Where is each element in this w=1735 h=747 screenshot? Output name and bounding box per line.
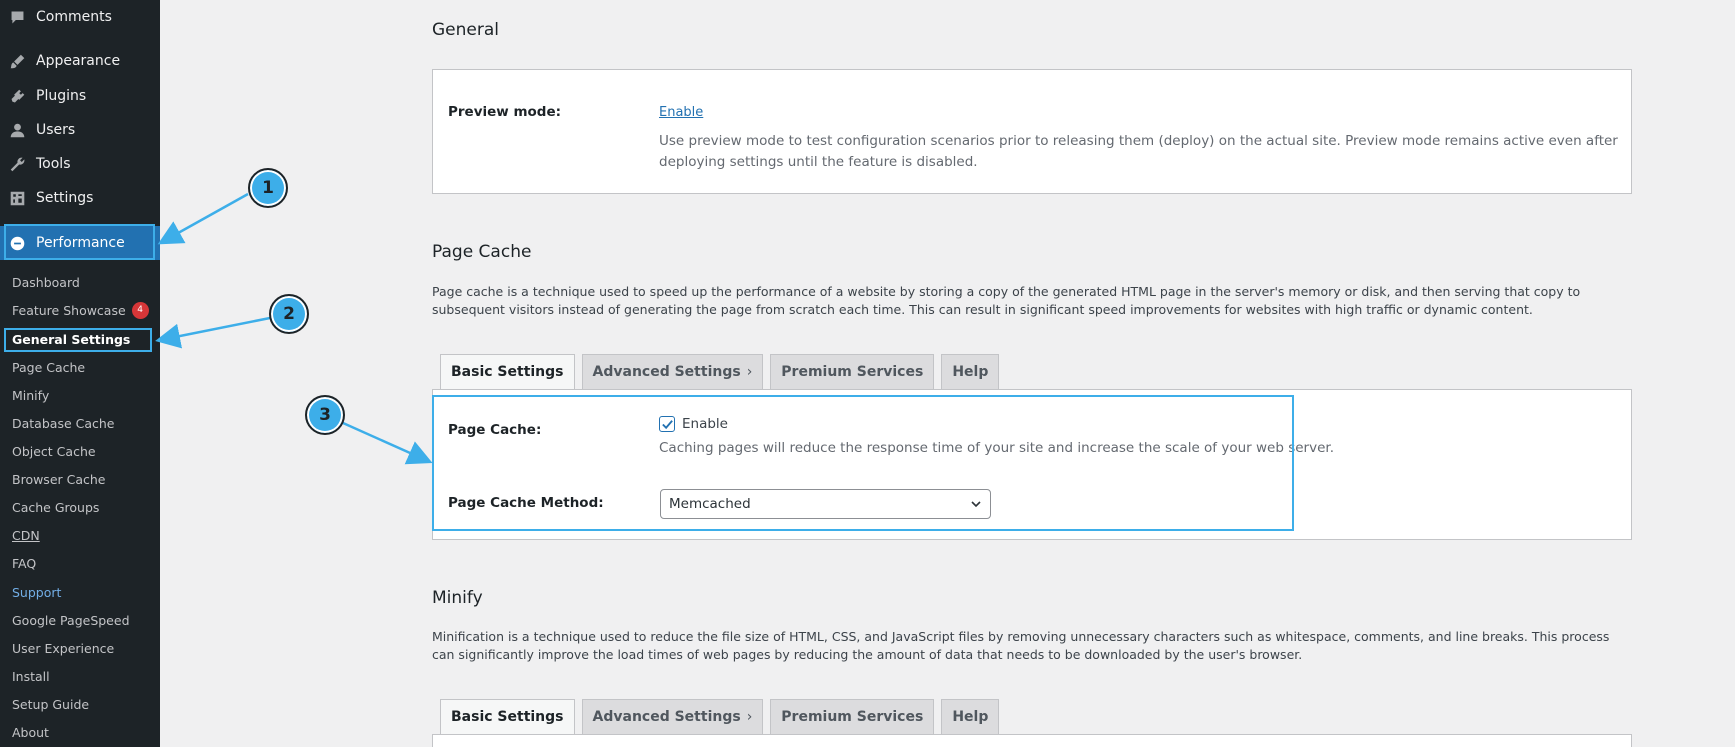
user-icon: [7, 120, 27, 140]
menu-users-label: Users: [36, 122, 76, 138]
submenu-object-cache-label: Object Cache: [12, 443, 96, 459]
arrow-3: [342, 421, 433, 465]
tab-advanced-settings-label: Advanced Settings: [592, 364, 741, 380]
chevron-right-icon: ›: [746, 364, 753, 380]
menu-comments[interactable]: Comments: [0, 2, 160, 32]
submenu-user-experience[interactable]: User Experience: [12, 638, 114, 658]
submenu-faq[interactable]: FAQ: [12, 553, 36, 573]
highlight-performance: [4, 224, 155, 260]
tab-advanced-settings[interactable]: Advanced Settings ›: [581, 354, 764, 389]
submenu-install-label: Install: [12, 668, 50, 684]
callout-3: 3: [305, 395, 345, 435]
admin-sidebar: Comments Appearance Plugins Users Tools …: [0, 0, 160, 747]
submenu-cdn[interactable]: CDN: [12, 525, 40, 545]
submenu-google-pagespeed-label: Google PageSpeed: [12, 612, 130, 628]
minify-panel: [432, 734, 1632, 747]
plugin-icon: [7, 86, 27, 106]
menu-plugins-label: Plugins: [36, 88, 87, 104]
general-section-title: General: [432, 20, 499, 40]
menu-settings[interactable]: Settings: [0, 183, 160, 213]
menu-appearance-label: Appearance: [36, 53, 121, 69]
submenu-feature-showcase[interactable]: Feature Showcase 4: [12, 300, 149, 320]
minify-tab-premium-services[interactable]: Premium Services: [770, 699, 935, 734]
tab-basic-settings-label: Basic Settings: [451, 364, 564, 380]
notification-badge: 4: [131, 301, 149, 319]
comment-icon: [7, 7, 27, 27]
submenu-about[interactable]: About: [12, 722, 49, 742]
submenu-cache-groups-label: Cache Groups: [12, 499, 100, 515]
submenu-user-experience-label: User Experience: [12, 640, 115, 656]
page-cache-tabs: Basic Settings Advanced Settings › Premiu…: [440, 354, 1000, 389]
tab-premium-services-label: Premium Services: [781, 364, 924, 380]
arrow-1: [157, 192, 249, 245]
submenu-dashboard-label: Dashboard: [12, 274, 80, 290]
submenu-page-cache[interactable]: Page Cache: [12, 357, 85, 377]
wrench-icon: [7, 154, 27, 174]
preview-enable-link[interactable]: Enable: [659, 105, 703, 120]
minify-tab-advanced-settings-label: Advanced Settings: [592, 709, 741, 725]
tab-help[interactable]: Help: [941, 354, 1000, 389]
submenu-support[interactable]: Support: [12, 582, 61, 602]
submenu-setup-guide-label: Setup Guide: [12, 696, 90, 712]
highlight-page-cache-settings: [432, 395, 1294, 531]
submenu-install[interactable]: Install: [12, 666, 50, 686]
submenu-google-pagespeed[interactable]: Google PageSpeed: [12, 610, 130, 630]
submenu-browser-cache-label: Browser Cache: [12, 471, 106, 487]
menu-tools-label: Tools: [36, 156, 71, 172]
submenu-dashboard[interactable]: Dashboard: [12, 272, 80, 292]
minify-tabs: Basic Settings Advanced Settings › Premiu…: [440, 699, 1000, 734]
minify-tab-basic-settings[interactable]: Basic Settings: [440, 699, 575, 734]
submenu-cache-groups[interactable]: Cache Groups: [12, 497, 99, 517]
paintbrush-icon: [7, 51, 27, 71]
minify-tab-premium-services-label: Premium Services: [781, 709, 924, 725]
chevron-right-icon: ›: [746, 709, 753, 725]
submenu-database-cache-label: Database Cache: [12, 415, 115, 431]
submenu-page-cache-label: Page Cache: [12, 359, 86, 375]
submenu-feature-showcase-label: Feature Showcase: [12, 302, 126, 318]
general-panel: Preview mode: Enable Use preview mode to…: [432, 69, 1632, 194]
submenu-browser-cache[interactable]: Browser Cache: [12, 469, 106, 489]
tab-basic-settings[interactable]: Basic Settings: [440, 354, 575, 389]
page-cache-section-title: Page Cache: [432, 242, 532, 262]
minify-section-title: Minify: [432, 588, 483, 608]
highlight-general-settings: [4, 328, 152, 352]
arrow-2: [155, 316, 271, 349]
menu-tools[interactable]: Tools: [0, 149, 160, 179]
tab-help-label: Help: [952, 364, 989, 380]
menu-plugins[interactable]: Plugins: [0, 81, 160, 111]
tab-premium-services[interactable]: Premium Services: [770, 354, 935, 389]
preview-mode-label: Preview mode:: [448, 104, 562, 120]
minify-tab-help-label: Help: [952, 709, 989, 725]
minify-description: Minification is a technique used to redu…: [432, 629, 1610, 662]
submenu-faq-label: FAQ: [12, 555, 37, 571]
submenu-setup-guide[interactable]: Setup Guide: [12, 694, 89, 714]
minify-tab-help[interactable]: Help: [941, 699, 1000, 734]
submenu-database-cache[interactable]: Database Cache: [12, 413, 115, 433]
settings-icon: [7, 188, 27, 208]
submenu-about-label: About: [12, 724, 49, 740]
minify-tab-advanced-settings[interactable]: Advanced Settings ›: [581, 699, 764, 734]
minify-tab-basic-settings-label: Basic Settings: [451, 709, 564, 725]
preview-mode-description: Use preview mode to test configuration s…: [659, 133, 1618, 170]
callout-2: 2: [269, 294, 309, 334]
submenu-object-cache[interactable]: Object Cache: [12, 441, 96, 461]
menu-appearance[interactable]: Appearance: [0, 46, 160, 76]
callout-1: 1: [248, 168, 288, 208]
menu-comments-label: Comments: [36, 9, 112, 25]
menu-users[interactable]: Users: [0, 115, 160, 145]
submenu-minify[interactable]: Minify: [12, 385, 49, 405]
submenu-minify-label: Minify: [12, 387, 50, 403]
menu-settings-label: Settings: [36, 190, 94, 206]
submenu-cdn-label: CDN: [12, 527, 40, 543]
submenu-support-label: Support: [12, 584, 62, 600]
page-cache-description: Page cache is a technique used to speed …: [432, 284, 1581, 317]
